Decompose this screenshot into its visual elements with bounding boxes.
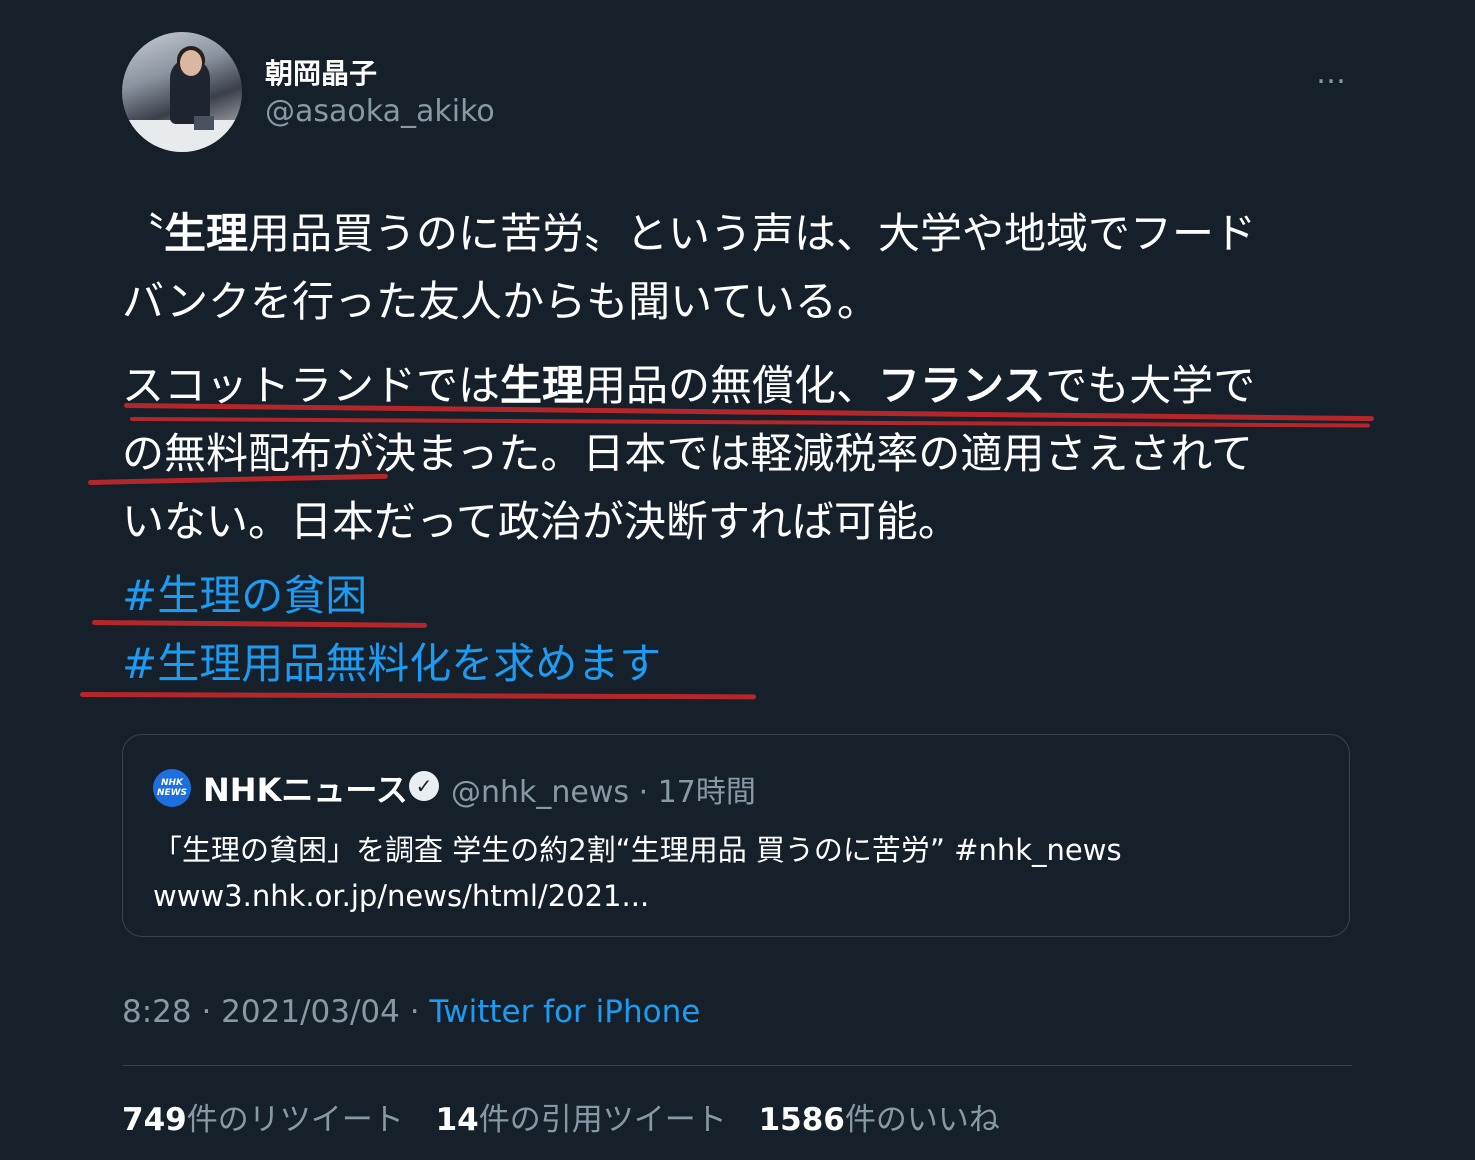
red-underline-annotation (91, 620, 428, 628)
hashtag-link[interactable]: #生理用品無料化を求めます (122, 630, 661, 691)
quoted-handle: @nhk_news (451, 775, 630, 810)
display-name[interactable]: 朝岡晶子 (265, 52, 377, 92)
tweet-source-link[interactable]: Twitter for iPhone (429, 994, 700, 1030)
tweet-timestamp: 8:28 · 2021/03/04 · Twitter for iPhone (122, 994, 700, 1030)
likes-stat[interactable]: 1586件のいいね (759, 1102, 1000, 1138)
tweet-text-bold: 生理 (164, 209, 249, 258)
avatar-monitor (194, 116, 214, 130)
retweets-stat[interactable]: 749件のリツイート (122, 1102, 404, 1138)
tweet-paragraph-1: 〝生理用品買うのに苦労〟という声は、大学や地域でフード バンクを行った友人からも… (122, 200, 1342, 336)
quoted-time: 17時間 (657, 775, 756, 810)
quotes-stat[interactable]: 14件の引用ツイート (436, 1102, 727, 1138)
avatar-desk (122, 120, 242, 152)
quoted-text: 「生理の貧困」を調査 学生の約2割“生理用品 買うのに苦労” #nhk_news… (153, 827, 1313, 919)
quoted-tweet-card[interactable]: NHK NEWS NHKニュース ✓ @nhk_news · 17時間 「生理の… (122, 734, 1350, 937)
tweet-text: 用品買うのに苦労〟という声は、大学や地域でフード (248, 209, 1257, 258)
quoted-text-line-1: 「生理の貧困」を調査 学生の約2割“生理用品 買うのに苦労” #nhk_news (153, 833, 1122, 867)
quoted-display-name: NHKニュース (203, 771, 408, 809)
divider (122, 1065, 1352, 1066)
tweet-time[interactable]: 8:28 · 2021/03/04 · (122, 994, 429, 1030)
avatar[interactable] (122, 32, 242, 152)
tweet-text: いない。日本だって政治が決断すれば可能。 (122, 497, 960, 546)
avatar-head (180, 50, 202, 76)
likes-count: 1586 (758, 1102, 845, 1138)
red-underline-annotation (79, 692, 757, 700)
more-options-icon[interactable]: … (1316, 56, 1347, 91)
tweet-text-bold: フランス (878, 361, 1046, 410)
tweet-text-bold: 生理 (500, 361, 585, 410)
tweet-text: の無料配布が決まった。日本では軽減税率の適用さえされて (122, 429, 1254, 478)
quotes-label: 件の引用ツイート (478, 1102, 727, 1138)
hashtag-link[interactable]: #生理の貧困 (122, 562, 367, 623)
quoted-meta: @nhk_news · 17時間 (451, 767, 756, 811)
tweet-text: バンクを行った友人からも聞いている。 (122, 277, 879, 326)
quoted-text-line-2: www3.nhk.or.jp/news/html/2021... (153, 879, 650, 913)
quoted-separator: · (638, 775, 649, 810)
tweet-paragraph-2: スコットランドでは生理用品の無償化、フランスでも大学で の無料配布が決まった。日… (122, 352, 1342, 556)
tweet-text: でも大学で (1045, 361, 1256, 410)
tweet-text: 〝 (122, 209, 165, 258)
verified-badge-icon: ✓ (409, 771, 439, 801)
retweets-count: 749 (122, 1102, 187, 1138)
quotes-count: 14 (435, 1102, 479, 1138)
nhk-news-logo-icon: NHK NEWS (153, 769, 191, 807)
tweet-stats: 749件のリツイート 14件の引用ツイート 1586件のいいね (122, 1094, 1022, 1139)
likes-label: 件のいいね (844, 1102, 1000, 1138)
user-handle[interactable]: @asaoka_akiko (265, 94, 495, 129)
retweets-label: 件のリツイート (186, 1102, 404, 1138)
tweet-text: 用品の無償化、 (584, 361, 879, 410)
